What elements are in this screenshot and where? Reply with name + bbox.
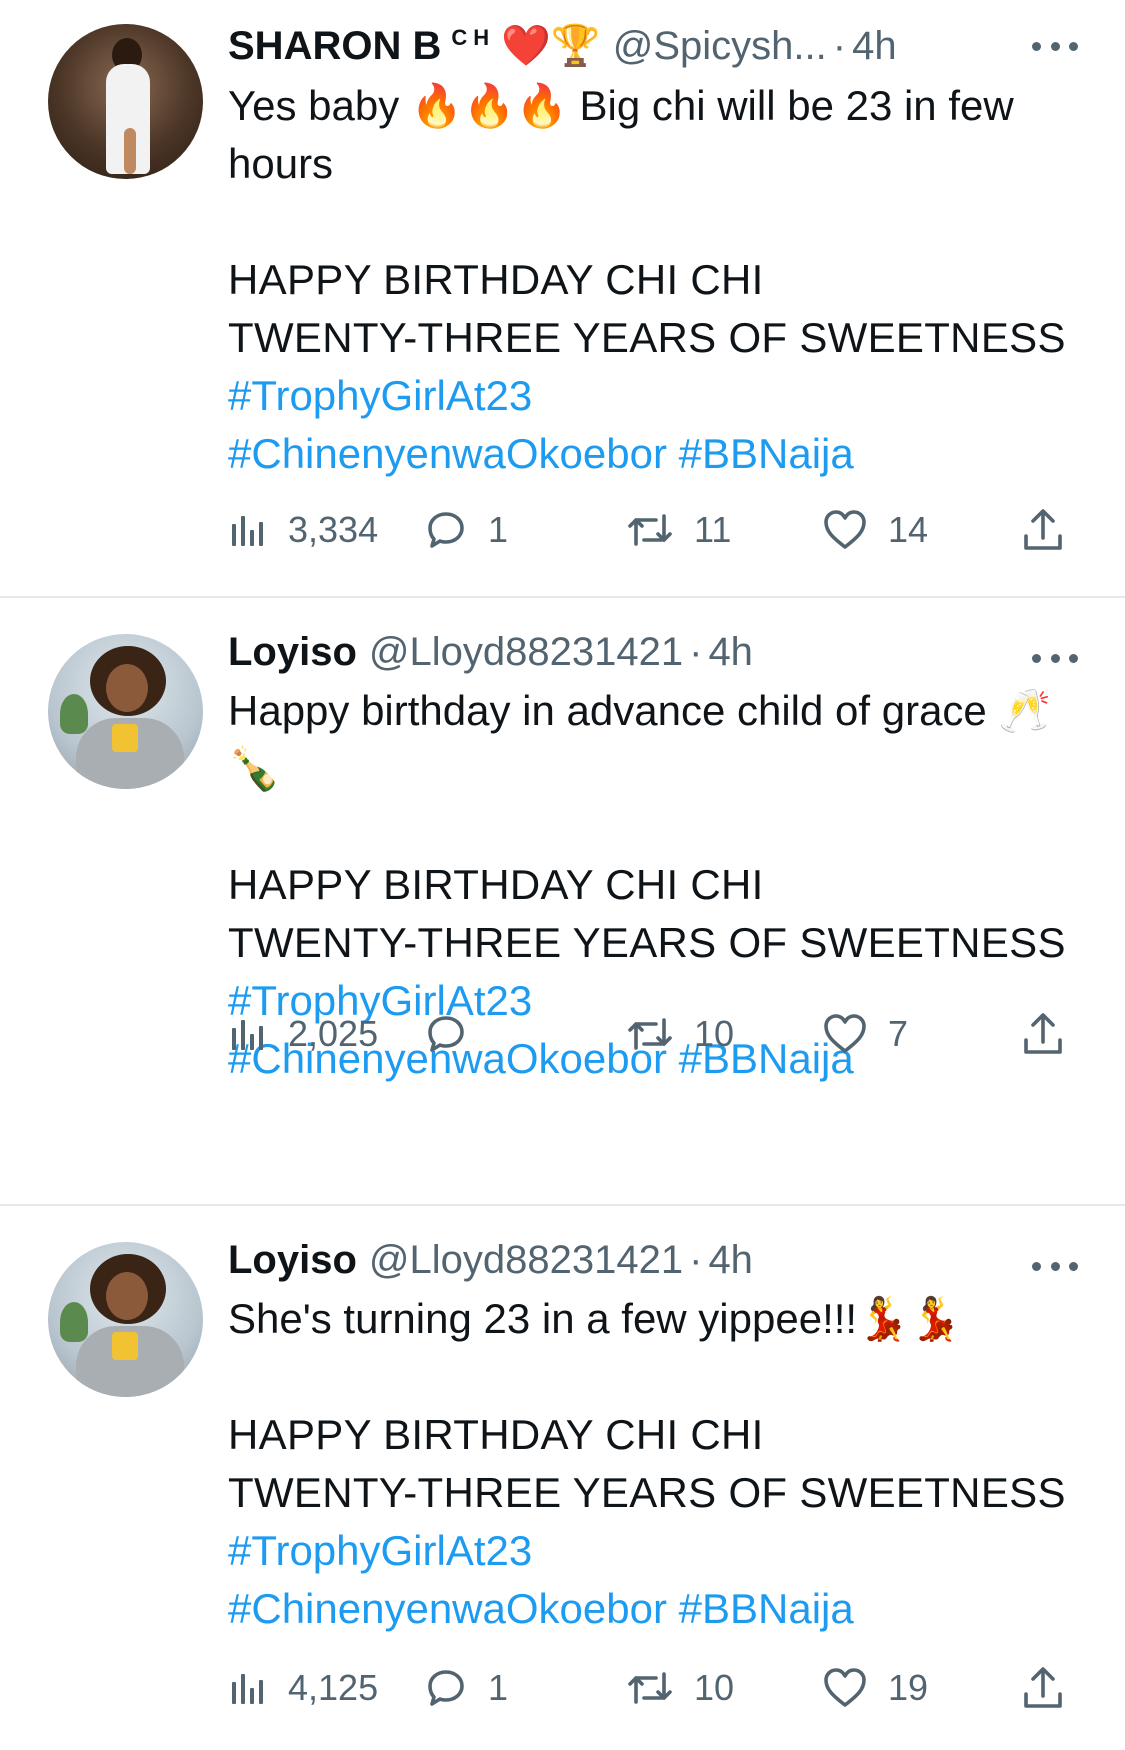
hashtag-link[interactable]: #ChinenyenwaOkoebor	[228, 430, 667, 477]
user-handle[interactable]: @Lloyd88231421	[369, 622, 683, 682]
views-button[interactable]: 3,334	[228, 500, 378, 560]
speech-bubble-icon	[428, 1670, 464, 1706]
views-count: 3,334	[288, 509, 379, 550]
retweet-icon	[628, 514, 672, 546]
retweet-icon	[628, 1672, 672, 1704]
tweet-text-caps: HAPPY BIRTHDAY CHI CHI	[228, 1411, 764, 1458]
timestamp[interactable]: 4h	[708, 622, 753, 682]
display-name[interactable]: SHARON B	[228, 16, 441, 76]
heart-icon	[824, 1668, 866, 1707]
share-upload-icon	[1024, 1667, 1062, 1708]
tweet-text-caps: HAPPY BIRTHDAY CHI CHI	[228, 861, 764, 908]
tweet-text-line: Yes baby 🔥🔥🔥 Big chi will be 23 in few h…	[228, 82, 1026, 187]
separator-dot: ·	[689, 1238, 703, 1282]
name-emoji-badges: ❤️🏆	[501, 24, 601, 68]
hashtag-link[interactable]: #ChinenyenwaOkoebor	[228, 1585, 667, 1632]
more-dots-icon[interactable]	[1032, 1260, 1078, 1272]
avatar-face	[106, 664, 148, 712]
tweet-text-caps: TWENTY-THREE YEARS OF SWEETNESS	[228, 919, 1066, 966]
like-count: 19	[888, 1667, 929, 1708]
tweet-text-line: She's turning 23 in a few yippee!!!💃💃	[228, 1295, 962, 1342]
tweet-actions: 4,125 1 10 19	[228, 1658, 1088, 1718]
speech-bubble-icon	[428, 1016, 464, 1052]
tweet-text-caps: HAPPY BIRTHDAY CHI CHI	[228, 256, 764, 303]
like-count: 7	[888, 1013, 909, 1054]
views-count: 4,125	[288, 1667, 379, 1708]
share-button[interactable]	[1022, 1658, 1064, 1718]
hashtag-link[interactable]: #TrophyGirlAt23	[228, 372, 532, 419]
tweet-text: She's turning 23 in a few yippee!!!💃💃 HA…	[228, 1290, 1088, 1638]
tweet-text: Yes baby 🔥🔥🔥 Big chi will be 23 in few h…	[228, 77, 1088, 483]
avatar-face	[106, 1272, 148, 1320]
tweet-header: SHARON B CH ❤️🏆 @Spicysh... · 4h	[228, 16, 897, 76]
retweet-button[interactable]: 10	[626, 1658, 734, 1718]
reply-count: 1	[488, 1667, 509, 1708]
timestamp[interactable]: 4h	[852, 16, 897, 76]
retweet-button[interactable]: 10	[626, 1004, 734, 1064]
tweet-text-caps: TWENTY-THREE YEARS OF SWEETNESS	[228, 1469, 1066, 1516]
tweet-actions: 2,025 10 7	[228, 1004, 1088, 1064]
retweet-icon	[628, 1018, 672, 1050]
display-name[interactable]: Loyiso	[228, 622, 357, 682]
speech-bubble-icon	[428, 512, 464, 548]
hashtag-link[interactable]: #TrophyGirlAt23	[228, 1527, 532, 1574]
views-count: 2,025	[288, 1013, 379, 1054]
tweet-text-spacer	[228, 193, 1088, 251]
share-upload-icon	[1024, 1013, 1062, 1054]
avatar-plant	[60, 694, 88, 734]
more-dots-icon[interactable]	[1032, 652, 1078, 664]
display-name[interactable]: Loyiso	[228, 1230, 357, 1290]
share-button[interactable]	[1022, 1004, 1064, 1064]
tweet[interactable]: SHARON B CH ❤️🏆 @Spicysh... · 4h Yes bab…	[0, 0, 1125, 596]
reply-button[interactable]: 1	[424, 1658, 508, 1718]
reply-count: 1	[488, 509, 509, 550]
separator-dot: ·	[689, 630, 703, 674]
more-dots-icon[interactable]	[1032, 40, 1078, 52]
like-button[interactable]: 7	[822, 1004, 908, 1064]
avatar[interactable]	[48, 1242, 203, 1397]
heart-icon	[824, 510, 866, 549]
timestamp[interactable]: 4h	[708, 1230, 753, 1290]
like-button[interactable]: 14	[822, 500, 928, 560]
tweet-text-line: Happy birthday in advance child of grace…	[228, 687, 1051, 792]
separator-dot: ·	[832, 24, 847, 68]
retweet-count: 11	[694, 509, 732, 550]
avatar[interactable]	[48, 634, 203, 789]
display-name-superscript: CH	[451, 25, 496, 50]
avatar-plant	[60, 1302, 88, 1342]
reply-button[interactable]: 1	[424, 500, 508, 560]
avatar-mug	[112, 1332, 138, 1360]
bar-chart-icon	[232, 1674, 263, 1704]
hashtag-link[interactable]: #BBNaija	[679, 430, 854, 477]
tweet-text-caps: TWENTY-THREE YEARS OF SWEETNESS	[228, 314, 1066, 361]
share-button[interactable]	[1022, 500, 1064, 560]
reply-button[interactable]	[424, 1004, 488, 1064]
like-count: 14	[888, 509, 929, 550]
retweet-count: 10	[694, 1667, 735, 1708]
user-handle[interactable]: @Lloyd88231421	[369, 1230, 683, 1290]
avatar-figure-leg	[124, 128, 136, 174]
tweet-header: Loyiso @Lloyd88231421 · 4h	[228, 1230, 753, 1290]
avatar-mug	[112, 724, 138, 752]
heart-icon	[824, 1014, 866, 1053]
avatar[interactable]	[48, 24, 203, 179]
bar-chart-icon	[232, 1020, 263, 1050]
retweet-count: 10	[694, 1013, 735, 1054]
share-upload-icon	[1024, 509, 1062, 550]
tweet-actions: 3,334 1 11 14	[228, 500, 1088, 560]
tweet-text-spacer	[228, 1348, 1088, 1406]
retweet-button[interactable]: 11	[626, 500, 731, 560]
views-button[interactable]: 4,125	[228, 1658, 378, 1718]
hashtag-link[interactable]: #BBNaija	[679, 1585, 854, 1632]
bar-chart-icon	[232, 516, 263, 546]
tweet-text-spacer	[228, 798, 1088, 856]
tweet[interactable]: Loyiso @Lloyd88231421 · 4h Happy birthda…	[0, 598, 1125, 1204]
tweet-header: Loyiso @Lloyd88231421 · 4h	[228, 622, 753, 682]
user-handle[interactable]: @Spicysh...	[613, 16, 827, 76]
like-button[interactable]: 19	[822, 1658, 928, 1718]
views-button[interactable]: 2,025	[228, 1004, 378, 1064]
